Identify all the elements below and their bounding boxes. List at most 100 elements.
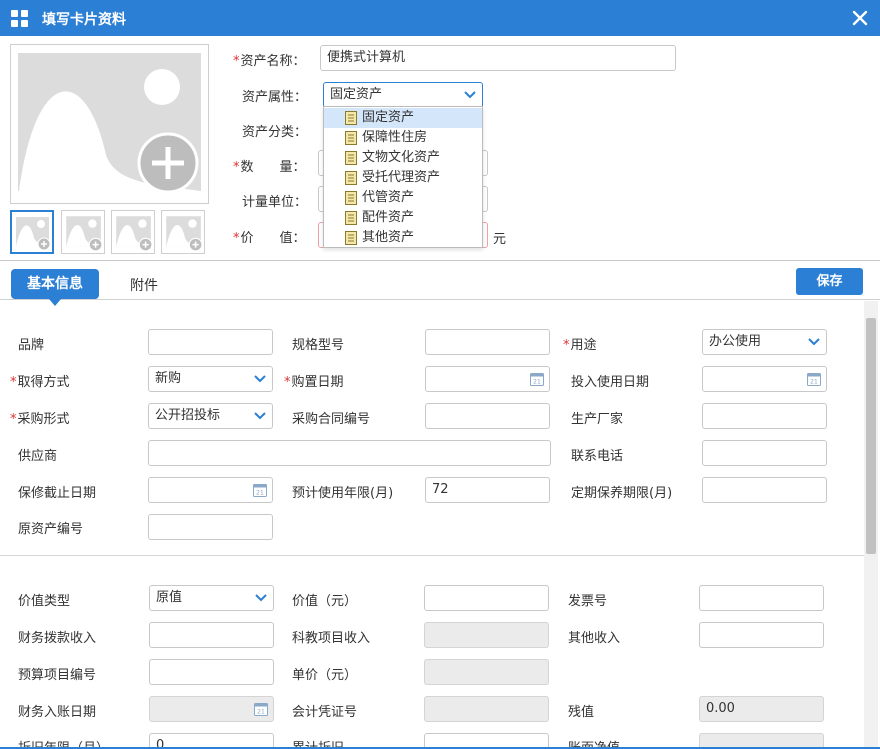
- photo-thumbnail[interactable]: [61, 210, 105, 254]
- entry-date-input: 21: [149, 696, 274, 722]
- inuse-date-label: 投入使用日期: [571, 375, 650, 390]
- purchase-date-label: 购置日期: [284, 371, 344, 390]
- usage-label: 用途: [563, 334, 597, 353]
- inuse-date-input[interactable]: 21: [702, 366, 827, 392]
- maintenance-period-label: 定期保养期限(月): [571, 486, 673, 501]
- original-asset-no-label: 原资产编号: [18, 522, 84, 537]
- other-income-input[interactable]: [699, 622, 824, 648]
- scrollbar-thumb[interactable]: [866, 318, 876, 554]
- warranty-date-label: 保修截止日期: [18, 486, 97, 501]
- manufacturer-label: 生产厂家: [571, 412, 624, 427]
- asset-name-label: 资产名称：: [233, 50, 306, 69]
- original-asset-no-input[interactable]: [148, 514, 273, 540]
- dropdown-option[interactable]: 受托代理资产: [324, 168, 482, 188]
- invoice-no-input[interactable]: [699, 585, 824, 611]
- unit-label: 计量单位：: [242, 195, 308, 210]
- fiscal-income-label: 财务拨款收入: [18, 631, 97, 646]
- usage-select[interactable]: 办公使用: [702, 329, 827, 355]
- document-icon: [345, 191, 357, 205]
- photo-thumbnail[interactable]: [111, 210, 155, 254]
- finance-value-label: 价值（元）: [292, 594, 358, 609]
- calendar-icon[interactable]: 21: [253, 483, 267, 497]
- tab-basic-info[interactable]: 基本信息: [11, 269, 99, 306]
- phone-label: 联系电话: [571, 449, 624, 464]
- close-icon[interactable]: [850, 8, 870, 28]
- finance-value-input[interactable]: [424, 585, 549, 611]
- model-input[interactable]: [425, 329, 550, 355]
- research-income-input: [424, 622, 549, 648]
- unit-price-input: [424, 659, 549, 685]
- entry-date-label: 财务入账日期: [18, 705, 97, 720]
- document-icon: [345, 151, 357, 165]
- dropdown-option[interactable]: 代管资产: [324, 188, 482, 208]
- chevron-down-icon: [254, 412, 266, 420]
- document-icon: [345, 131, 357, 145]
- image-placeholder-icon: [166, 216, 203, 252]
- value-unit-label: 元: [493, 232, 507, 247]
- chevron-down-icon: [254, 375, 266, 383]
- asset-photo-upload[interactable]: [10, 44, 209, 204]
- supplier-label: 供应商: [18, 449, 58, 464]
- svg-text:21: 21: [256, 490, 264, 497]
- residual-value-label: 残值: [568, 705, 595, 720]
- chevron-down-icon: [255, 594, 267, 602]
- title-bar: 填写卡片资料: [0, 0, 880, 36]
- document-icon: [345, 111, 357, 125]
- voucher-no-input: [424, 696, 549, 722]
- document-icon: [345, 231, 357, 245]
- asset-attribute-dropdown: 固定资产 保障性住房 文物文化资产 受托代理资产 代管资产 配件资产 其他资产: [323, 106, 483, 248]
- value-type-select[interactable]: 原值: [149, 585, 274, 611]
- tab-attachment[interactable]: 附件: [130, 275, 158, 295]
- chevron-down-icon: [464, 91, 476, 99]
- maintenance-period-input[interactable]: [702, 477, 827, 503]
- document-icon: [345, 211, 357, 225]
- research-income-label: 科教项目收入: [292, 631, 371, 646]
- dropdown-option[interactable]: 固定资产: [324, 108, 482, 128]
- unit-price-label: 单价（元）: [292, 668, 358, 683]
- service-life-input[interactable]: 72: [425, 477, 550, 503]
- contract-no-label: 采购合同编号: [292, 412, 371, 427]
- budget-no-label: 预算项目编号: [18, 668, 97, 683]
- dropdown-option[interactable]: 其他资产: [324, 228, 482, 248]
- model-label: 规格型号: [292, 338, 345, 353]
- acquire-method-label: 取得方式: [10, 371, 70, 390]
- document-icon: [345, 171, 357, 185]
- svg-text:21: 21: [533, 379, 541, 386]
- fiscal-income-input[interactable]: [149, 622, 274, 648]
- calendar-icon[interactable]: 21: [807, 372, 821, 386]
- image-placeholder-icon: [16, 217, 51, 251]
- quantity-label: 数 量：: [233, 156, 306, 175]
- contract-no-input[interactable]: [425, 403, 550, 429]
- image-placeholder-icon: [18, 53, 201, 194]
- save-button[interactable]: 保存: [796, 268, 863, 295]
- asset-name-input[interactable]: 便携式计算机: [320, 45, 676, 71]
- invoice-no-label: 发票号: [568, 594, 608, 609]
- dropdown-option[interactable]: 保障性住房: [324, 128, 482, 148]
- budget-no-input[interactable]: [149, 659, 274, 685]
- supplier-input[interactable]: [148, 440, 551, 466]
- purchase-form-select[interactable]: 公开招投标: [148, 403, 273, 429]
- brand-label: 品牌: [18, 338, 45, 353]
- acquire-method-select[interactable]: 新购: [148, 366, 273, 392]
- tab-bar: 基本信息 附件 保存: [0, 260, 880, 306]
- photo-thumbnail[interactable]: [161, 210, 205, 254]
- grid-icon: [11, 10, 28, 27]
- service-life-label: 预计使用年限(月): [292, 486, 394, 501]
- purchase-date-input[interactable]: 21: [425, 366, 550, 392]
- manufacturer-input[interactable]: [702, 403, 827, 429]
- residual-value-input: 0.00: [699, 696, 824, 722]
- purchase-form-label: 采购形式: [10, 408, 70, 427]
- svg-text:21: 21: [257, 709, 265, 716]
- dropdown-option[interactable]: 文物文化资产: [324, 148, 482, 168]
- warranty-date-input[interactable]: 21: [148, 477, 273, 503]
- svg-text:21: 21: [810, 379, 818, 386]
- value-type-label: 价值类型: [18, 594, 71, 609]
- asset-attribute-value: 固定资产: [330, 87, 383, 102]
- asset-attribute-select[interactable]: 固定资产: [323, 82, 483, 108]
- dropdown-option[interactable]: 配件资产: [324, 208, 482, 228]
- window-title: 填写卡片资料: [42, 12, 126, 28]
- phone-input[interactable]: [702, 440, 827, 466]
- photo-thumbnail[interactable]: [10, 210, 54, 254]
- calendar-icon[interactable]: 21: [530, 372, 544, 386]
- brand-input[interactable]: [148, 329, 273, 355]
